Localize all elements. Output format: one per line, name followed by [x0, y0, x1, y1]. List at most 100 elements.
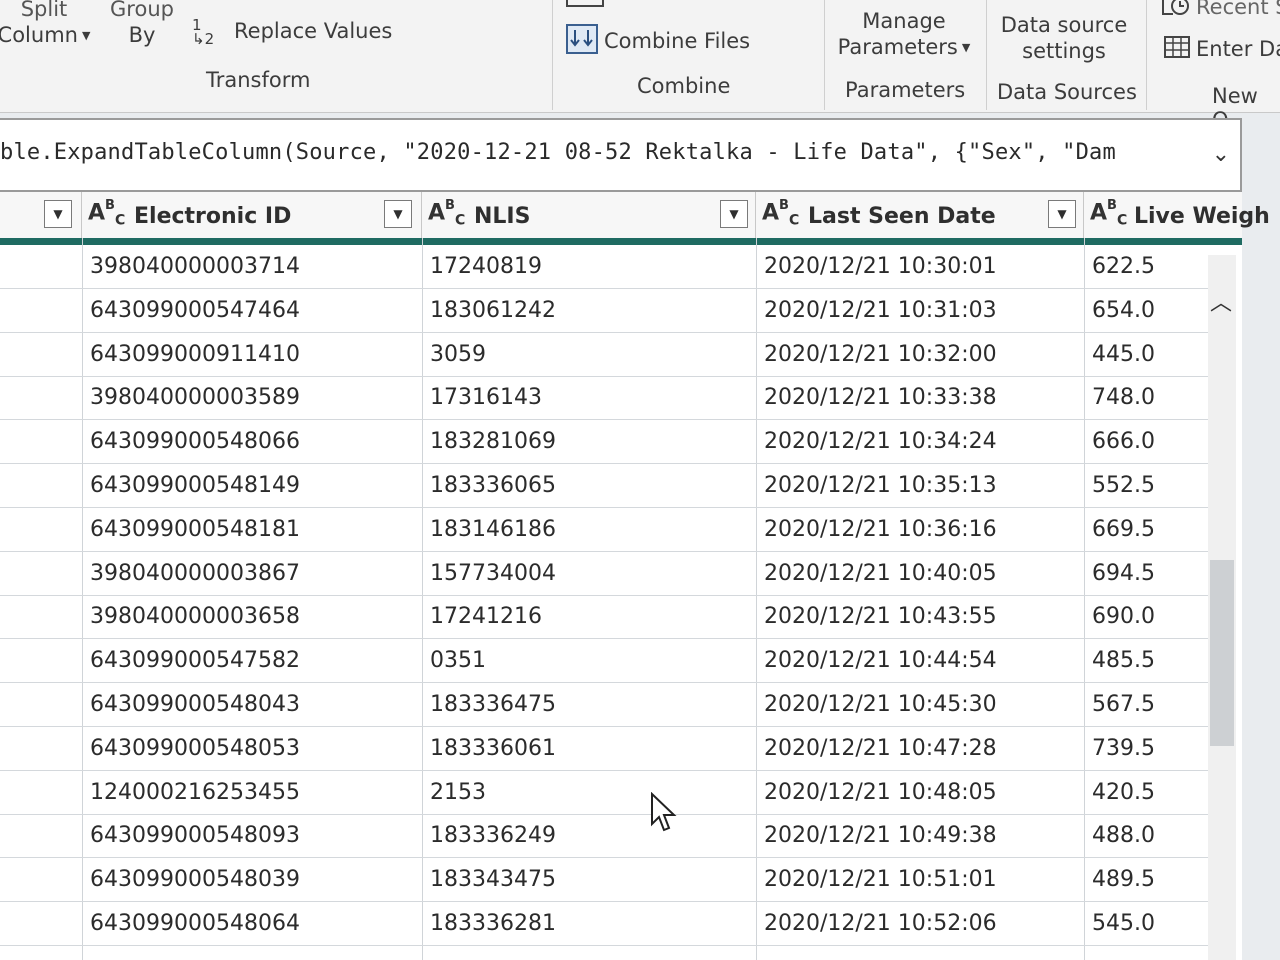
cell-nlis[interactable]: 17240819 [422, 245, 756, 289]
filter-dropdown-icon[interactable]: ▼ [1048, 200, 1076, 228]
cell-nlis[interactable]: 183336475 [422, 683, 756, 727]
cell-live-weight[interactable]: 488.0 [1084, 814, 1208, 858]
recent-sources-button[interactable]: Recent S [1160, 0, 1280, 22]
filter-dropdown-icon[interactable]: ▼ [720, 200, 748, 228]
cell-last-seen-date[interactable]: 2020/12/21 10:33:38 [756, 376, 1084, 420]
cell-electronic-id[interactable]: 398040000003589 [82, 376, 422, 420]
cell-live-weight[interactable]: 694.5 [1084, 552, 1208, 596]
filter-dropdown-icon[interactable]: ▼ [44, 200, 72, 228]
table-row[interactable]: 124000216253455 2153 2020/12/21 10:48:05 42… [0, 771, 1210, 815]
cell-electronic-id[interactable]: 643099000547464 [82, 289, 422, 333]
column-header-nlis[interactable]: ABC NLIS ▼ [422, 192, 756, 238]
cell-nlis[interactable]: 157734004 [422, 552, 756, 596]
cell-last-seen-date[interactable]: 2020/12/21 10:31:03 [756, 289, 1084, 333]
table-row[interactable]: 643099000548039 183343475 2020/12/21 10:51… [0, 858, 1210, 903]
enter-data-button[interactable]: Enter Da [1164, 36, 1280, 64]
cell-live-weight[interactable]: 666.0 [1084, 420, 1208, 464]
column-header-prev[interactable]: ▼ [0, 192, 82, 238]
cell-electronic-id[interactable]: 643099000548093 [82, 814, 422, 858]
manage-parameters-button[interactable]: Manage Parameters ▼ [834, 8, 974, 61]
cell-last-seen-date[interactable]: 2020/12/21 10:52:06 [756, 902, 1084, 946]
cell-live-weight[interactable]: 739.5 [1084, 727, 1208, 771]
cell-nlis[interactable]: 17241216 [422, 595, 756, 639]
cell-live-weight[interactable]: 748.0 [1084, 376, 1208, 420]
cell-live-weight[interactable]: 622.5 [1084, 245, 1208, 289]
table-row[interactable]: 643099000548093 183336249 2020/12/21 10:49… [0, 814, 1210, 859]
cell-live-weight[interactable]: 489.5 [1084, 858, 1208, 902]
table-row[interactable]: 398040000003658 17241216 2020/12/21 10:43:… [0, 595, 1210, 640]
column-header-last-seen-date[interactable]: ABC Last Seen Date ▼ [756, 192, 1084, 238]
cell-nlis[interactable]: 0351 [422, 639, 756, 683]
cell-last-seen-date[interactable]: 2020/12/21 10:45:30 [756, 683, 1084, 727]
cell-nlis[interactable]: 183281069 [422, 420, 756, 464]
cell-electronic-id[interactable]: 643099000548149 [82, 464, 422, 508]
table-row[interactable]: 643099000548043 183336475 2020/12/21 10:45… [0, 683, 1210, 727]
cell-last-seen-date[interactable]: 2020/12/21 10:51:01 [756, 858, 1084, 902]
text-type-icon[interactable]: ABC [1090, 198, 1127, 229]
chevron-down-icon[interactable]: ⌄ [1212, 142, 1230, 167]
text-type-icon[interactable]: ABC [428, 198, 465, 229]
cell-last-seen-date[interactable]: 2020/12/21 10:32:00 [756, 333, 1084, 377]
cell-live-weight[interactable]: 654.0 [1084, 289, 1208, 333]
cell-live-weight[interactable]: 690.0 [1084, 595, 1208, 639]
group-by-button[interactable]: Group By [102, 0, 182, 48]
column-header-electronic-id[interactable]: ABC Electronic ID ▼ [82, 192, 422, 238]
cell-last-seen-date[interactable]: 2020/12/21 10:36:16 [756, 508, 1084, 552]
cell-electronic-id[interactable]: 398040000003658 [82, 595, 422, 639]
cell-live-weight[interactable]: 420.5 [1084, 771, 1208, 815]
cell-nlis[interactable]: 183061242 [422, 289, 756, 333]
cell-last-seen-date[interactable]: 2020/12/21 10:35:13 [756, 464, 1084, 508]
cell-last-seen-date[interactable]: 2020/12/21 10:30:01 [756, 245, 1084, 289]
filter-dropdown-icon[interactable]: ▼ [384, 200, 412, 228]
scroll-up-arrow-icon[interactable]: ︿ [1210, 285, 1232, 317]
cell-nlis[interactable]: 183336281 [422, 902, 756, 946]
cell-nlis[interactable]: 17316143 [422, 376, 756, 420]
formula-text[interactable]: ble.ExpandTableColumn(Source, "2020-12-2… [0, 140, 1116, 165]
split-column-button[interactable]: Split Column ▼ [0, 0, 94, 49]
cell-last-seen-date[interactable]: 2020/12/21 10:44:54 [756, 639, 1084, 683]
table-row[interactable]: 398040000003867 157734004 2020/12/21 10:40… [0, 552, 1210, 596]
table-row[interactable]: 643099000911410 3059 2020/12/21 10:32:00 44… [0, 333, 1210, 377]
cell-electronic-id[interactable]: 643099000548181 [82, 508, 422, 552]
cell-live-weight[interactable]: 545.0 [1084, 902, 1208, 946]
cell-live-weight[interactable]: 567.5 [1084, 683, 1208, 727]
table-row[interactable]: 398040000003714 17240819 2020/12/21 10:30:… [0, 245, 1210, 289]
text-type-icon[interactable]: ABC [88, 198, 125, 229]
table-row[interactable]: 643099000548181 183146186 2020/12/21 10:36… [0, 508, 1210, 552]
table-row[interactable]: 643099000547582 0351 2020/12/21 10:44:54 48… [0, 639, 1210, 684]
cell-electronic-id[interactable]: 643099000548064 [82, 902, 422, 946]
text-type-icon[interactable]: ABC [762, 198, 799, 229]
cell-nlis[interactable]: 183336249 [422, 814, 756, 858]
cell-last-seen-date[interactable]: 2020/12/21 10:49:38 [756, 814, 1084, 858]
cell-live-weight[interactable]: 485.5 [1084, 639, 1208, 683]
cell-electronic-id[interactable]: 398040000003867 [82, 552, 422, 596]
cell-nlis[interactable]: 2153 [422, 771, 756, 815]
cell-nlis[interactable]: 183336061 [422, 727, 756, 771]
cell-electronic-id[interactable]: 643099000548066 [82, 420, 422, 464]
cell-last-seen-date[interactable]: 2020/12/21 10:48:05 [756, 771, 1084, 815]
cell-electronic-id[interactable]: 643099000548039 [82, 858, 422, 902]
table-row[interactable]: 643099000548053 183336061 2020/12/21 10:47… [0, 727, 1210, 771]
cell-nlis[interactable]: 3059 [422, 333, 756, 377]
combine-files-button[interactable]: Combine Files [566, 24, 750, 60]
cell-electronic-id[interactable]: 643099000547582 [82, 639, 422, 683]
column-header-live-weight[interactable]: ABC Live Weigh [1084, 192, 1270, 238]
table-row[interactable]: 643099000548064 183336281 2020/12/21 10:52… [0, 902, 1210, 946]
table-row[interactable]: 643099000548066 183281069 2020/12/21 10:34… [0, 420, 1210, 465]
cell-nlis[interactable]: 183336065 [422, 464, 756, 508]
cell-nlis[interactable]: 183146186 [422, 508, 756, 552]
cell-electronic-id[interactable]: 643099000548053 [82, 727, 422, 771]
cell-last-seen-date[interactable]: 2020/12/21 10:40:05 [756, 552, 1084, 596]
cell-electronic-id[interactable]: 124000216253455 [82, 771, 422, 815]
scrollbar-thumb[interactable] [1210, 560, 1234, 746]
cell-live-weight[interactable]: 445.0 [1084, 333, 1208, 377]
table-row[interactable]: 643099000547464 183061242 2020/12/21 10:31… [0, 289, 1210, 333]
cell-last-seen-date[interactable]: 2020/12/21 10:43:55 [756, 595, 1084, 639]
cell-electronic-id[interactable]: 643099000911410 [82, 333, 422, 377]
cell-nlis[interactable]: 183343475 [422, 858, 756, 902]
formula-bar[interactable]: ble.ExpandTableColumn(Source, "2020-12-2… [0, 118, 1242, 192]
cell-electronic-id[interactable]: 398040000003714 [82, 245, 422, 289]
cell-last-seen-date[interactable]: 2020/12/21 10:34:24 [756, 420, 1084, 464]
cell-electronic-id[interactable]: 643099000548043 [82, 683, 422, 727]
table-row[interactable]: 398040000003589 17316143 2020/12/21 10:33:… [0, 376, 1210, 421]
